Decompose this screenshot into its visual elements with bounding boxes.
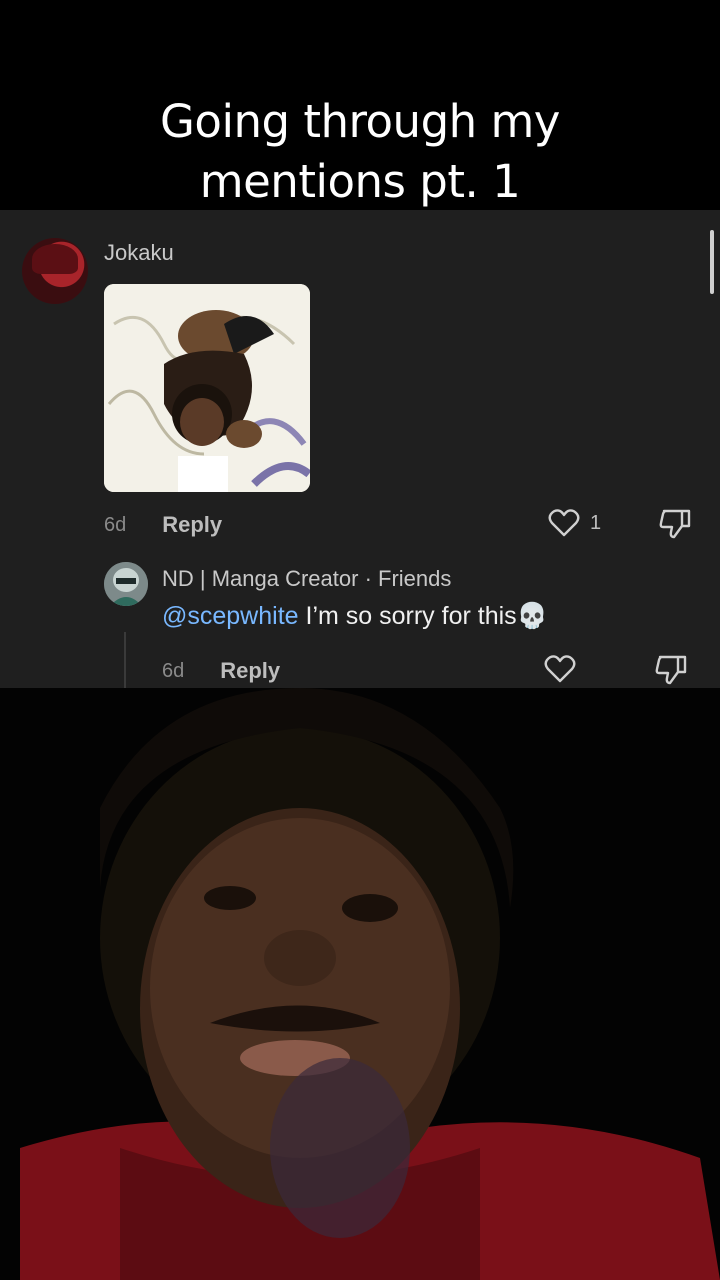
creator-video-image: [0, 688, 720, 1280]
reply-button[interactable]: Reply: [220, 658, 280, 684]
overlay-title-line2: mentions pt. 1: [199, 155, 521, 208]
heart-icon[interactable]: [544, 654, 576, 684]
thumbs-down-icon[interactable]: [654, 654, 688, 686]
comments-panel: Jokaku 6d Reply 1 ND | Manga Creator · F…: [0, 210, 720, 688]
avatar[interactable]: [104, 562, 148, 606]
video-frame[interactable]: [0, 688, 720, 1280]
comment-time: 6d: [104, 513, 127, 536]
overlay-title-line1: Going through my: [160, 95, 560, 148]
comment-meta: 6d Reply: [104, 512, 222, 538]
heart-icon[interactable]: [548, 508, 580, 538]
mention-link[interactable]: @scepwhite: [162, 602, 299, 630]
comment-image-attachment[interactable]: [104, 284, 310, 492]
overlay-title: Going through my mentions pt. 1: [0, 92, 720, 212]
comment-username[interactable]: Jokaku: [104, 240, 174, 266]
dislike-button[interactable]: [658, 508, 692, 540]
dislike-button[interactable]: [654, 654, 688, 686]
like-count: 1: [590, 511, 602, 534]
comment-time: 6d: [162, 659, 185, 682]
reply-button[interactable]: Reply: [162, 512, 222, 538]
thumbs-down-icon[interactable]: [658, 508, 692, 540]
comment-username[interactable]: ND | Manga Creator · Friends: [162, 566, 451, 592]
skull-emoji: 💀: [516, 602, 548, 630]
comment-text: @scepwhite I’m so sorry for this💀: [162, 602, 548, 631]
avatar[interactable]: [22, 238, 88, 304]
comment-meta: 6d Reply: [162, 658, 280, 684]
thread-line: [124, 632, 126, 688]
comment-body: I’m so sorry for this: [298, 602, 517, 630]
like-button[interactable]: [544, 654, 576, 684]
like-button[interactable]: 1: [548, 508, 601, 538]
scrollbar[interactable]: [710, 230, 714, 294]
